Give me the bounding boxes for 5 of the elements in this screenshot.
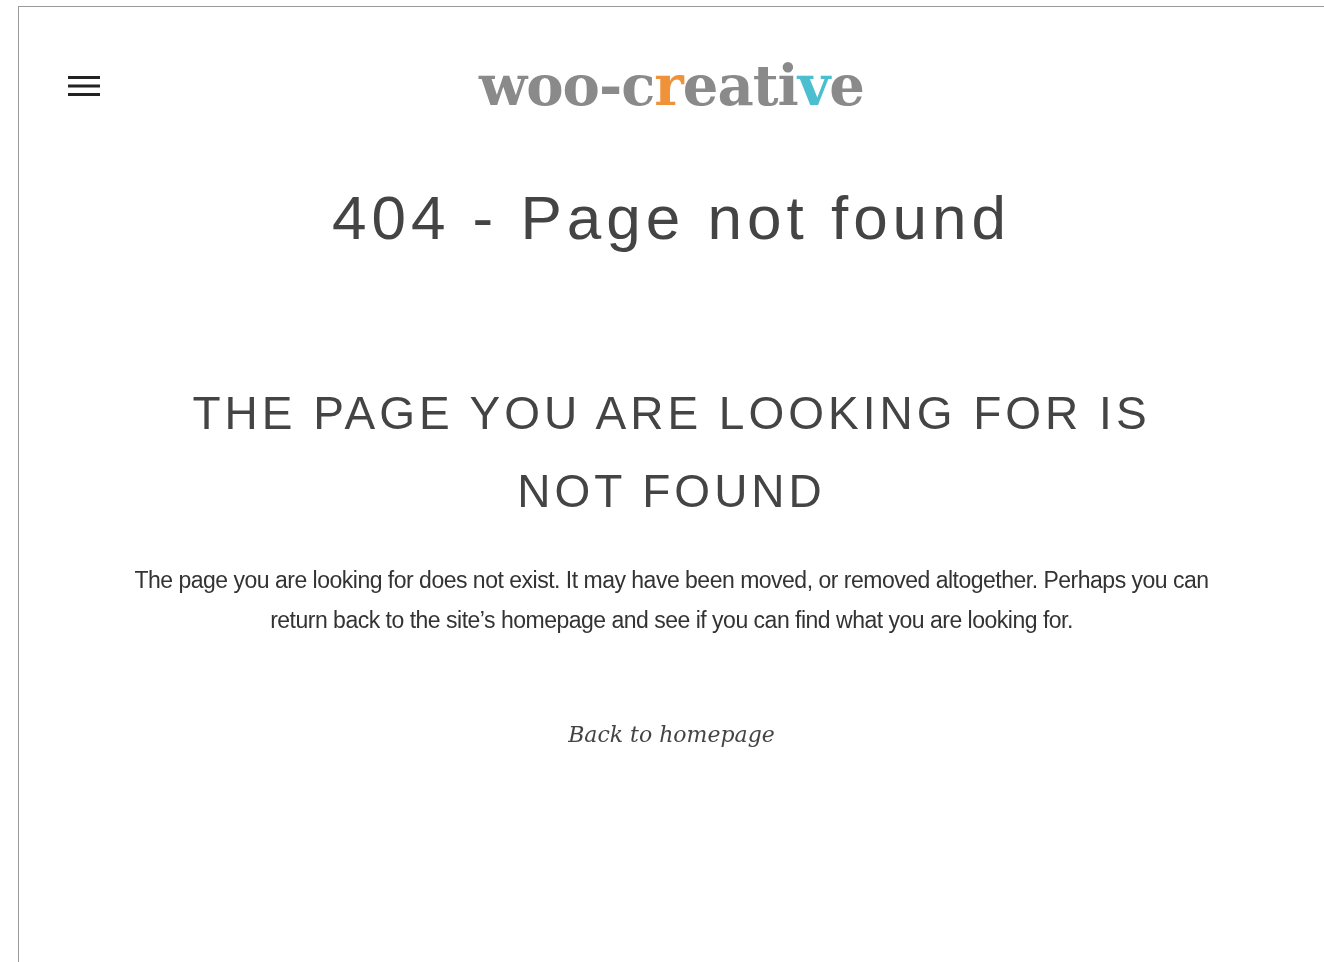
error-heading: THE PAGE YOU ARE LOOKING FOR IS NOT FOUND	[191, 386, 1152, 519]
back-to-homepage-link[interactable]: Back to homepage	[568, 718, 775, 751]
page-title: 404 - Page not found	[331, 182, 1012, 254]
menu-icon	[68, 74, 100, 98]
error-message: The page you are looking for does not exist. It may have been moved, or removed altogether. Perhaps you can return back to the site’s homepage and see if you can find what you are looking for.	[133, 566, 1210, 635]
